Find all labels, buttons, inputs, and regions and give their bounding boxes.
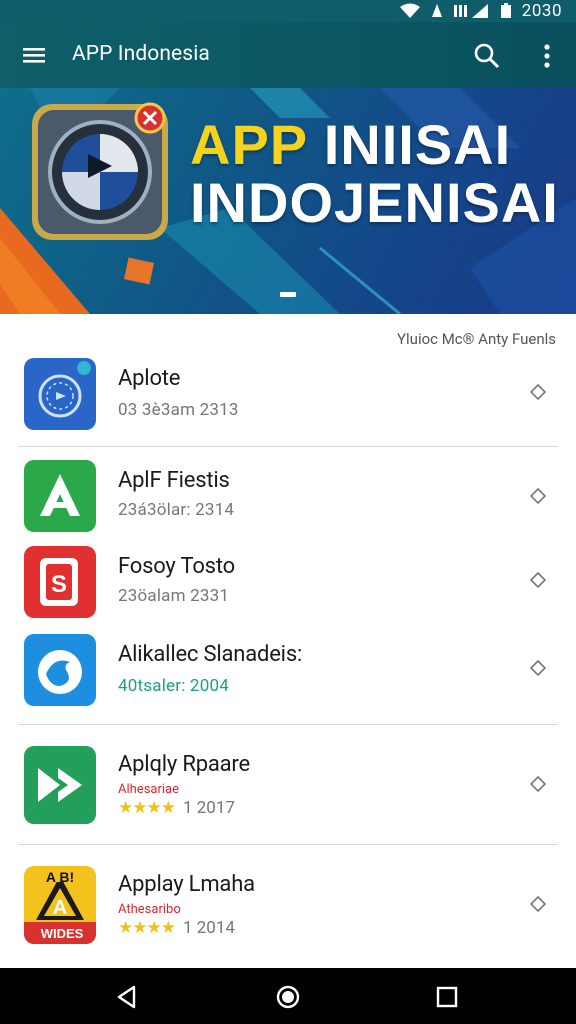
app-meta: 03 3è3am 2313 bbox=[118, 400, 239, 420]
banner-page-indicator bbox=[280, 292, 296, 297]
app-name: Fosoy Tosto bbox=[118, 554, 235, 579]
chevron-icon[interactable] bbox=[528, 382, 548, 402]
app-icon-alikallec bbox=[24, 634, 96, 706]
list-item[interactable]: AplF Fiestis 23á3ölar: 2314 bbox=[0, 456, 576, 546]
chevron-icon[interactable] bbox=[528, 570, 548, 590]
app-title: APP Indonesia bbox=[72, 42, 210, 66]
back-icon[interactable] bbox=[112, 982, 142, 1012]
divider bbox=[18, 844, 558, 845]
app-list: Yluioc Mc® Anty Fuenls Aplote 03 3è3am 2… bbox=[0, 314, 576, 968]
app-icon-aplote bbox=[24, 358, 96, 430]
banner-title-line1: INIISAI bbox=[307, 113, 512, 176]
divider bbox=[18, 446, 558, 447]
menu-icon[interactable] bbox=[20, 41, 48, 69]
list-item[interactable]: Aplqly Rpaare Alhesariae ★★★★ 1 2017 bbox=[0, 742, 576, 832]
wifi-icon bbox=[399, 3, 420, 18]
icon6-top-text: A B! bbox=[46, 869, 74, 885]
app-meta: 40tsaler: 2004 bbox=[118, 676, 229, 696]
system-nav-bar bbox=[0, 968, 576, 1024]
list-item[interactable]: Aplote 03 3è3am 2313 bbox=[0, 354, 576, 444]
app-icon-applay-lmaha: A B! A WIDES bbox=[24, 866, 96, 944]
chevron-icon[interactable] bbox=[528, 658, 548, 678]
divider bbox=[18, 724, 558, 725]
rating-value: 1 2017 bbox=[182, 798, 235, 818]
app-name: Applay Lmaha bbox=[118, 872, 255, 897]
app-icon-aplf-fiestis bbox=[24, 460, 96, 532]
section-header[interactable]: Yluioc Mc® Anty Fuenls bbox=[397, 330, 556, 348]
recents-icon[interactable] bbox=[432, 982, 462, 1012]
notification-icon bbox=[431, 4, 442, 17]
banner-title: APP INIISAI INDOJENISAI bbox=[190, 116, 559, 232]
list-item[interactable]: S Fosoy Tosto 23öalam 2331 bbox=[0, 542, 576, 632]
battery-icon bbox=[500, 3, 511, 18]
app-name: Alikallec Slanadeis: bbox=[118, 642, 303, 667]
app-rating: ★★★★ 1 2017 bbox=[118, 798, 235, 818]
list-item[interactable]: A B! A WIDES Applay Lmaha Athesaribo ★★★★ … bbox=[0, 862, 576, 952]
banner-title-accent: APP bbox=[190, 113, 308, 176]
svg-text:A: A bbox=[53, 897, 67, 919]
icon6-bottom-text: WIDES bbox=[41, 926, 84, 941]
star-rating: ★★★★ bbox=[118, 918, 176, 938]
promo-banner[interactable]: APP INIISAI INDOJENISAI bbox=[0, 88, 576, 314]
status-icons: 2030 bbox=[399, 1, 562, 21]
star-rating: ★★★★ bbox=[118, 798, 176, 818]
rating-value: 1 2014 bbox=[182, 918, 235, 938]
app-meta: 23á3ölar: 2314 bbox=[118, 500, 235, 520]
app-name: Aplote bbox=[118, 366, 181, 391]
banner-title-line2: INDOJENISAI bbox=[190, 171, 559, 234]
app-icon-fosoy-tosto: S bbox=[24, 546, 96, 618]
svg-text:S: S bbox=[51, 571, 67, 598]
signal-icon bbox=[453, 4, 488, 18]
status-time: 2030 bbox=[521, 1, 562, 21]
app-bar: APP Indonesia bbox=[0, 22, 576, 88]
home-icon[interactable] bbox=[273, 982, 303, 1012]
app-developer: Athesaribo bbox=[118, 902, 181, 917]
search-icon[interactable] bbox=[472, 41, 502, 71]
app-icon-aplqly-rpaare bbox=[24, 746, 96, 824]
chevron-icon[interactable] bbox=[528, 486, 548, 506]
app-name: Aplqly Rpaare bbox=[118, 752, 250, 777]
featured-app-icon[interactable] bbox=[28, 94, 178, 244]
app-developer: Alhesariae bbox=[118, 782, 180, 797]
app-rating: ★★★★ 1 2014 bbox=[118, 918, 235, 938]
more-vert-icon[interactable] bbox=[532, 41, 562, 71]
chevron-icon[interactable] bbox=[528, 774, 548, 794]
app-name: AplF Fiestis bbox=[118, 468, 230, 493]
app-meta: 23öalam 2331 bbox=[118, 586, 230, 606]
chevron-icon[interactable] bbox=[528, 894, 548, 914]
status-bar: 2030 bbox=[0, 0, 576, 22]
list-item[interactable]: Alikallec Slanadeis: 40tsaler: 2004 bbox=[0, 630, 576, 720]
